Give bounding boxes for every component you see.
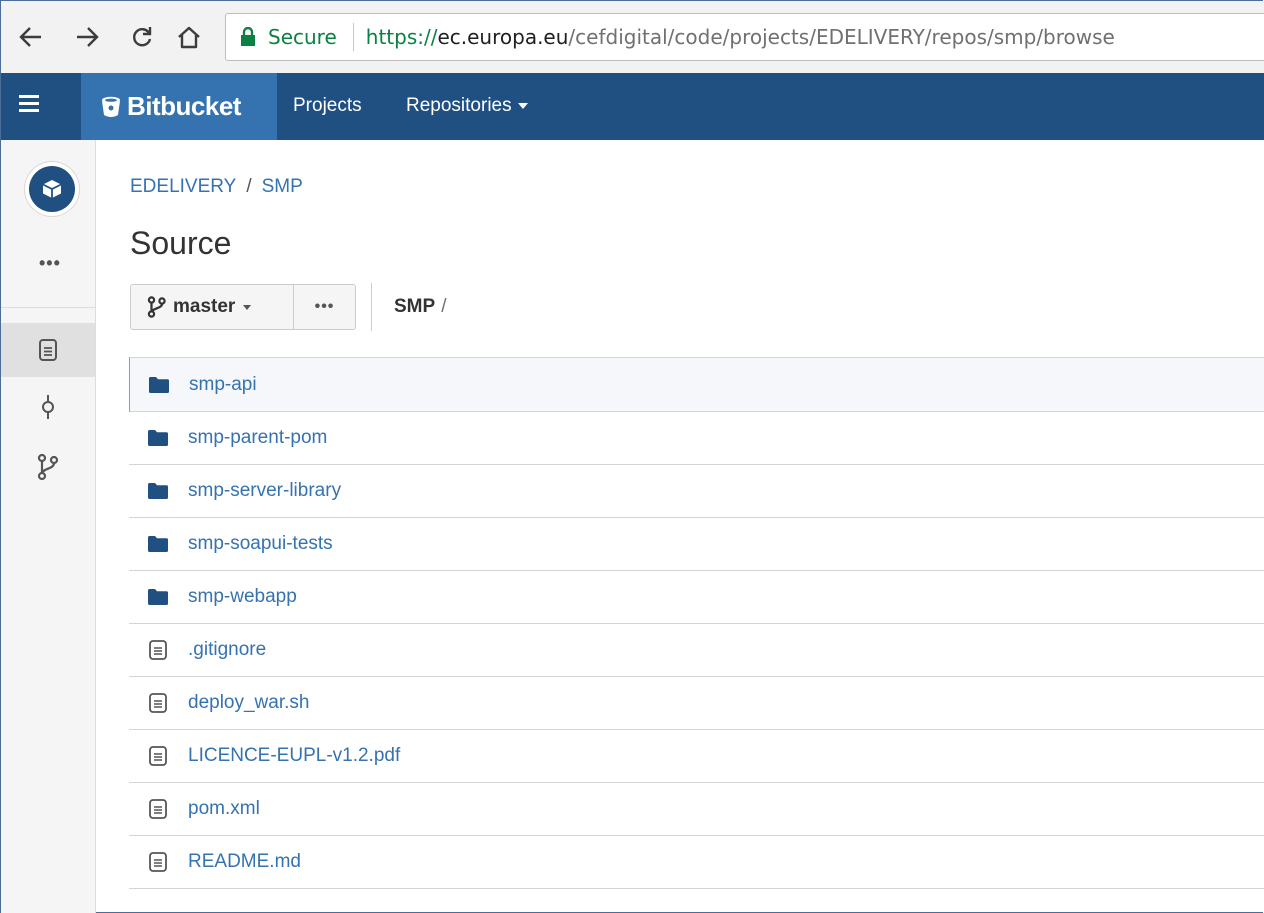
file-row[interactable]: smp-webapp <box>129 571 1264 624</box>
sidebar-divider <box>1 307 95 308</box>
home-button[interactable] <box>173 19 205 55</box>
path-separator: / <box>441 296 447 317</box>
folder-icon <box>148 536 168 552</box>
file-name-link[interactable]: smp-server-library <box>188 480 341 502</box>
folder-icon <box>148 589 168 605</box>
sidebar-more-button[interactable]: ••• <box>39 253 61 274</box>
breadcrumb-project[interactable]: EDELIVERY <box>130 176 236 197</box>
file-icon <box>148 640 168 660</box>
browser-toolbar: Secure https://ec.europa.eu/cefdigital/c… <box>1 1 1264 74</box>
file-row[interactable]: README.md <box>129 836 1264 889</box>
back-button[interactable] <box>15 19 47 55</box>
commit-icon <box>42 395 54 419</box>
chevron-down-icon <box>243 304 252 310</box>
address-bar[interactable]: Secure https://ec.europa.eu/cefdigital/c… <box>225 13 1264 61</box>
file-row[interactable]: smp-soapui-tests <box>129 518 1264 571</box>
branch-icon <box>37 453 59 481</box>
repo-sidebar: ••• <box>1 140 96 913</box>
file-name-link[interactable]: .gitignore <box>188 639 266 661</box>
sidebar-item-branches[interactable] <box>1 440 95 494</box>
file-name-link[interactable]: smp-api <box>189 374 257 396</box>
logo-text: Bitbucket <box>127 91 241 121</box>
file-icon <box>148 852 168 872</box>
file-name-link[interactable]: README.md <box>188 851 301 873</box>
nav-repositories[interactable]: Repositories <box>406 95 528 117</box>
app-header: Bitbucket Projects Repositories <box>1 73 1264 140</box>
source-file-icon <box>39 339 57 361</box>
chevron-down-icon <box>517 102 528 109</box>
branch-toolbar: master ••• <box>130 284 356 330</box>
bitbucket-logo[interactable]: Bitbucket <box>81 73 277 140</box>
file-icon <box>148 799 168 819</box>
file-row[interactable]: pom.xml <box>129 783 1264 836</box>
toolbar-divider <box>371 283 372 331</box>
project-avatar[interactable] <box>25 162 79 216</box>
file-name-link[interactable]: LICENCE-EUPL-v1.2.pdf <box>188 745 400 767</box>
page-title: Source <box>130 225 232 261</box>
cube-icon <box>42 180 62 198</box>
nav-repositories-label: Repositories <box>406 95 512 116</box>
omnibox-divider <box>352 23 354 51</box>
forward-button[interactable] <box>71 19 103 55</box>
url-text: https://ec.europa.eu/cefdigital/code/pro… <box>366 25 1115 49</box>
file-row[interactable]: .gitignore <box>129 624 1264 677</box>
file-row[interactable]: deploy_war.sh <box>129 677 1264 730</box>
url-scheme: https:// <box>365 25 438 49</box>
url-path: /cefdigital/code/projects/EDELIVERY/repo… <box>568 25 1115 49</box>
path-breadcrumb: SMP / <box>394 296 446 318</box>
sidebar-item-source[interactable] <box>1 323 95 377</box>
more-actions-button[interactable]: ••• <box>294 284 356 330</box>
arrow-right-icon <box>77 27 99 47</box>
file-row[interactable]: smp-api <box>129 357 1264 412</box>
nav-projects[interactable]: Projects <box>293 95 362 117</box>
branch-name: master <box>173 296 236 317</box>
file-name-link[interactable]: smp-soapui-tests <box>188 533 333 555</box>
url-host: ec.europa.eu <box>437 25 569 49</box>
breadcrumb-repo[interactable]: SMP <box>262 176 303 197</box>
path-root[interactable]: SMP <box>394 296 435 317</box>
file-row[interactable]: LICENCE-EUPL-v1.2.pdf <box>129 730 1264 783</box>
secure-label: Secure <box>268 25 337 49</box>
lock-icon <box>240 26 256 47</box>
file-name-link[interactable]: smp-parent-pom <box>188 427 327 449</box>
file-row[interactable]: smp-server-library <box>129 465 1264 518</box>
home-icon <box>178 26 200 49</box>
file-icon <box>148 693 168 713</box>
file-row[interactable]: smp-parent-pom <box>129 412 1264 465</box>
file-name-link[interactable]: pom.xml <box>188 798 260 820</box>
breadcrumb-separator: / <box>246 176 252 197</box>
file-name-link[interactable]: smp-webapp <box>188 586 297 608</box>
branch-icon <box>147 296 166 318</box>
file-table: smp-api smp-parent-pom smp-server-library s… <box>129 357 1264 889</box>
sidebar-item-commits[interactable] <box>1 380 95 434</box>
folder-icon <box>149 376 169 393</box>
reload-icon <box>133 27 152 47</box>
file-name-link[interactable]: deploy_war.sh <box>188 692 309 714</box>
bitbucket-icon <box>102 96 120 117</box>
breadcrumb: EDELIVERY / SMP <box>130 176 303 198</box>
menu-icon[interactable] <box>19 95 39 117</box>
arrow-left-icon <box>19 27 41 47</box>
reload-button[interactable] <box>126 19 158 55</box>
folder-icon <box>148 430 168 446</box>
branch-selector[interactable]: master <box>130 284 294 330</box>
file-icon <box>148 746 168 766</box>
folder-icon <box>148 483 168 499</box>
